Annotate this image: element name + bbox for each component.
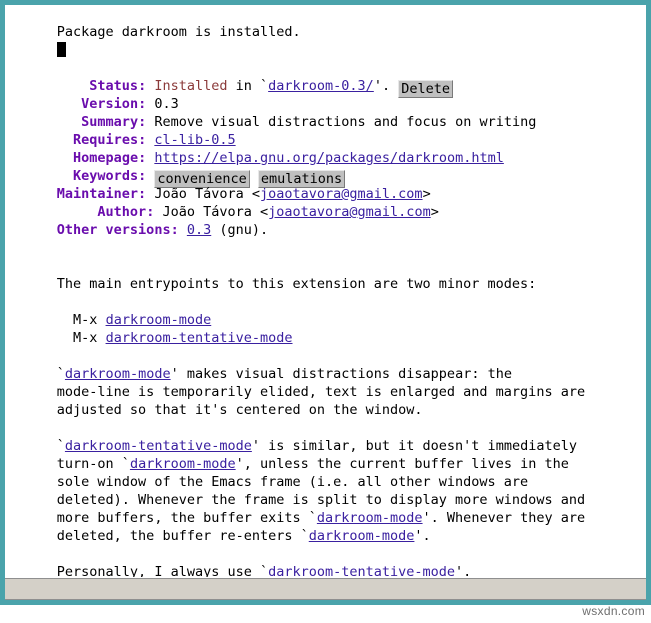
para2-line4: deleted). Whenever the frame is split to… xyxy=(5,473,646,508)
para3-line1: Personally, I always use `darkroom-tenta… xyxy=(5,545,646,577)
command-line-darkroom-mode: M-x darkroom-mode xyxy=(5,293,646,328)
mode-line[interactable]: U:%%- *Help* Top L2 <M> (Help enabled Un… xyxy=(5,578,646,600)
para2-line1: `darkroom-tentative-mode' is similar, bu… xyxy=(5,419,646,454)
emacs-frame: Package darkroom is installed. Status: I… xyxy=(0,0,651,605)
command-line-darkroom-tentative-mode: M-x darkroom-tentative-mode xyxy=(5,311,646,346)
para2-line2: turn-on `darkroom-mode', unless the curr… xyxy=(5,437,646,472)
watermark: wsxdn.com xyxy=(582,604,645,618)
para2-line6: deleted, the buffer re-enters `darkroom-… xyxy=(5,509,646,544)
metadata-row-status: Status: Installed in `darkroom-0.3/'. De… xyxy=(5,59,646,98)
body-intro-line: The main entrypoints to this extension a… xyxy=(5,257,646,292)
metadata-row-keywords: Keywords: convenience emulations xyxy=(5,149,646,188)
buffer-headline: Package darkroom is installed. xyxy=(5,5,646,40)
metadata-row-maintainer: Maintainer: João Távora <joaotavora@gmai… xyxy=(5,167,646,202)
para2-line3: sole window of the Emacs frame (i.e. all… xyxy=(5,455,646,490)
metadata-row-requires: Requires: cl-lib-0.5 xyxy=(5,113,646,148)
para2-line5: more buffers, the buffer exits `darkroom… xyxy=(5,491,646,526)
help-buffer[interactable]: Package darkroom is installed. Status: I… xyxy=(5,5,646,577)
para1-line3: adjusted so that it's centered on the wi… xyxy=(5,383,646,418)
metadata-row-version: Version: 0.3 xyxy=(5,77,646,112)
para1-line1: `darkroom-mode' makes visual distraction… xyxy=(5,347,646,382)
metadata-row-homepage: Homepage: https://elpa.gnu.org/packages/… xyxy=(5,131,646,166)
metadata-row-summary: Summary: Remove visual distractions and … xyxy=(5,95,646,130)
metadata-row-other-versions: Other versions: 0.3 (gnu). xyxy=(5,203,646,238)
para1-line2: mode-line is temporarily elided, text is… xyxy=(5,365,646,400)
point-cursor-line xyxy=(5,23,646,57)
metadata-row-author: Author: João Távora <joaotavora@gmail.co… xyxy=(5,185,646,220)
